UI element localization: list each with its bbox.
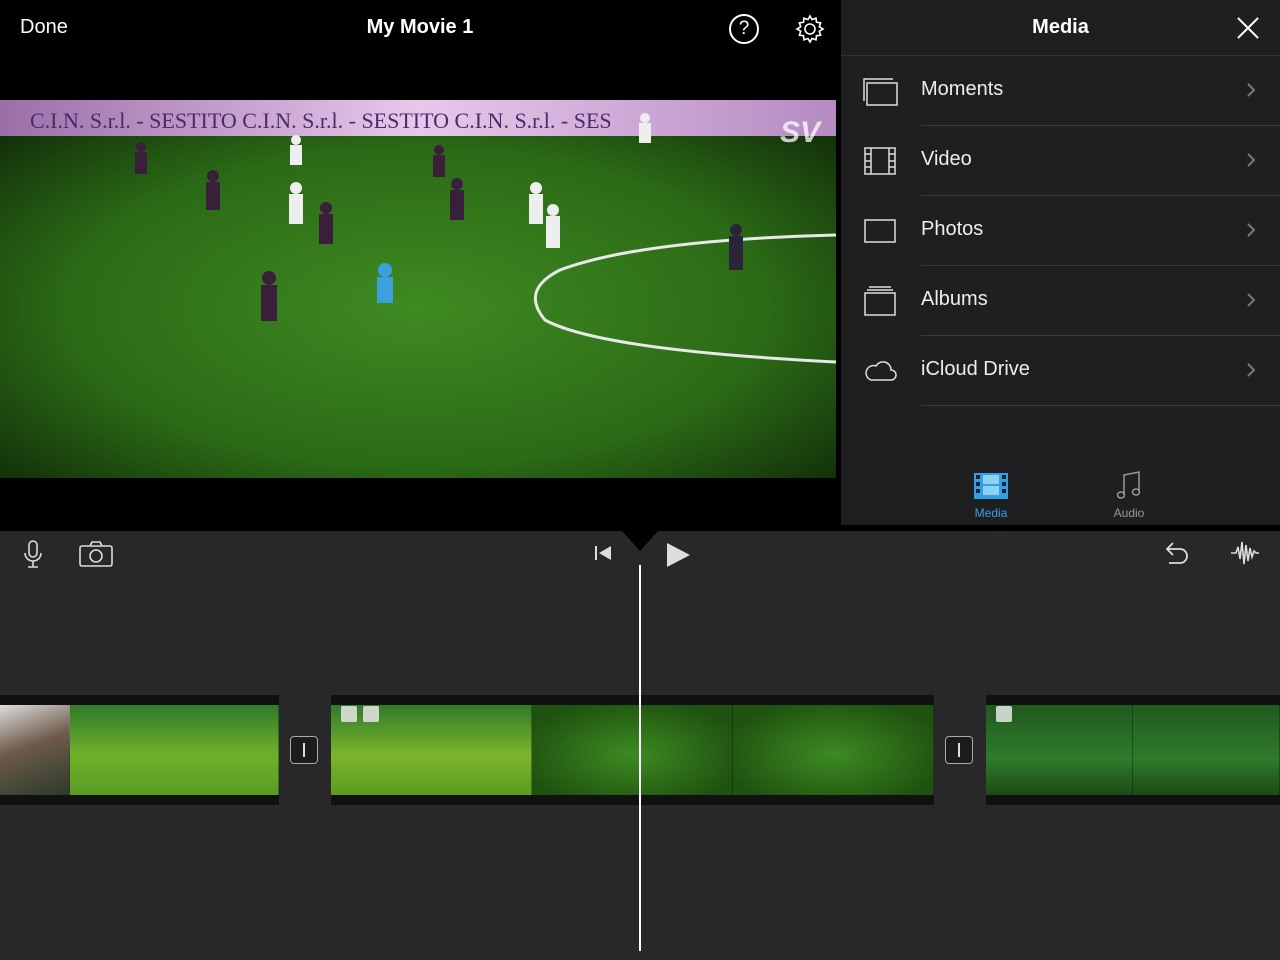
media-item-label: Photos [921, 218, 984, 240]
top-bar: Done My Movie 1 ? [0, 0, 840, 56]
cloud-icon [865, 361, 897, 381]
tab-label: Audio [1113, 506, 1145, 520]
chevron-right-icon [1247, 223, 1256, 237]
help-button[interactable]: ? [729, 14, 759, 44]
clip-thumbnails [331, 705, 934, 795]
media-panel-title: Media [1032, 16, 1089, 38]
watermark-logo: SV [780, 116, 823, 149]
media-item-albums[interactable]: Albums [841, 266, 1280, 336]
media-browser-panel: Media Moments Video Photos Albums iCloud… [841, 0, 1280, 525]
camera-icon[interactable] [79, 541, 113, 567]
chevron-right-icon [1247, 363, 1256, 377]
albums-icon [864, 286, 896, 316]
microphone-icon[interactable] [22, 540, 44, 568]
timeline[interactable] [0, 531, 1280, 960]
transition-button[interactable] [945, 736, 973, 764]
tab-audio[interactable]: Audio [1079, 470, 1179, 522]
divider [921, 405, 1280, 406]
playhead-marker [622, 531, 658, 551]
video-preview[interactable]: C.I.N. S.r.l. - SESTITO C.I.N. S.r.l. - … [0, 100, 836, 478]
media-item-icloud-drive[interactable]: iCloud Drive [841, 336, 1280, 406]
video-clip-current[interactable] [331, 695, 934, 805]
media-header: Media [841, 0, 1280, 56]
soccer-match-frame: C.I.N. S.r.l. - SESTITO C.I.N. S.r.l. - … [0, 100, 836, 478]
settings-gear-icon[interactable] [794, 13, 826, 45]
video-clip[interactable] [986, 695, 1280, 805]
play-icon[interactable] [664, 542, 692, 568]
transition-button[interactable] [290, 736, 318, 764]
playhead[interactable] [639, 565, 641, 951]
media-item-label: Albums [921, 288, 988, 310]
moments-icon [863, 78, 898, 106]
tab-media[interactable]: Media [941, 470, 1041, 522]
video-clip[interactable] [0, 695, 279, 805]
media-tab-bar: Media Audio [841, 464, 1280, 525]
filter-icon [363, 706, 379, 722]
media-item-video[interactable]: Video [841, 126, 1280, 196]
media-item-label: iCloud Drive [921, 358, 1030, 380]
clip-thumbnails [0, 705, 279, 795]
audio-muted-icon [996, 706, 1012, 722]
media-item-photos[interactable]: Photos [841, 196, 1280, 266]
close-icon[interactable] [1236, 16, 1260, 40]
stadium-banner-text: C.I.N. S.r.l. - SESTITO C.I.N. S.r.l. - … [30, 108, 612, 133]
photo-frame-icon [864, 219, 896, 243]
media-item-label: Video [921, 148, 972, 170]
media-item-moments[interactable]: Moments [841, 56, 1280, 126]
audio-waveform-icon[interactable] [1230, 539, 1260, 567]
music-note-icon [1116, 471, 1141, 499]
tab-label: Media [974, 506, 1008, 520]
project-title: My Movie 1 [366, 16, 474, 38]
media-category-list: Moments Video Photos Albums iCloud Drive [841, 56, 1280, 406]
chevron-right-icon [1247, 83, 1256, 97]
chevron-right-icon [1247, 153, 1256, 167]
skip-to-start-icon[interactable] [594, 544, 614, 562]
film-icon [864, 147, 896, 175]
film-strip-icon [974, 473, 1008, 499]
clip-thumbnails [986, 705, 1280, 795]
chevron-right-icon [1247, 293, 1256, 307]
audio-muted-icon [341, 706, 357, 722]
media-item-label: Moments [921, 78, 1004, 100]
undo-icon[interactable] [1163, 539, 1191, 567]
